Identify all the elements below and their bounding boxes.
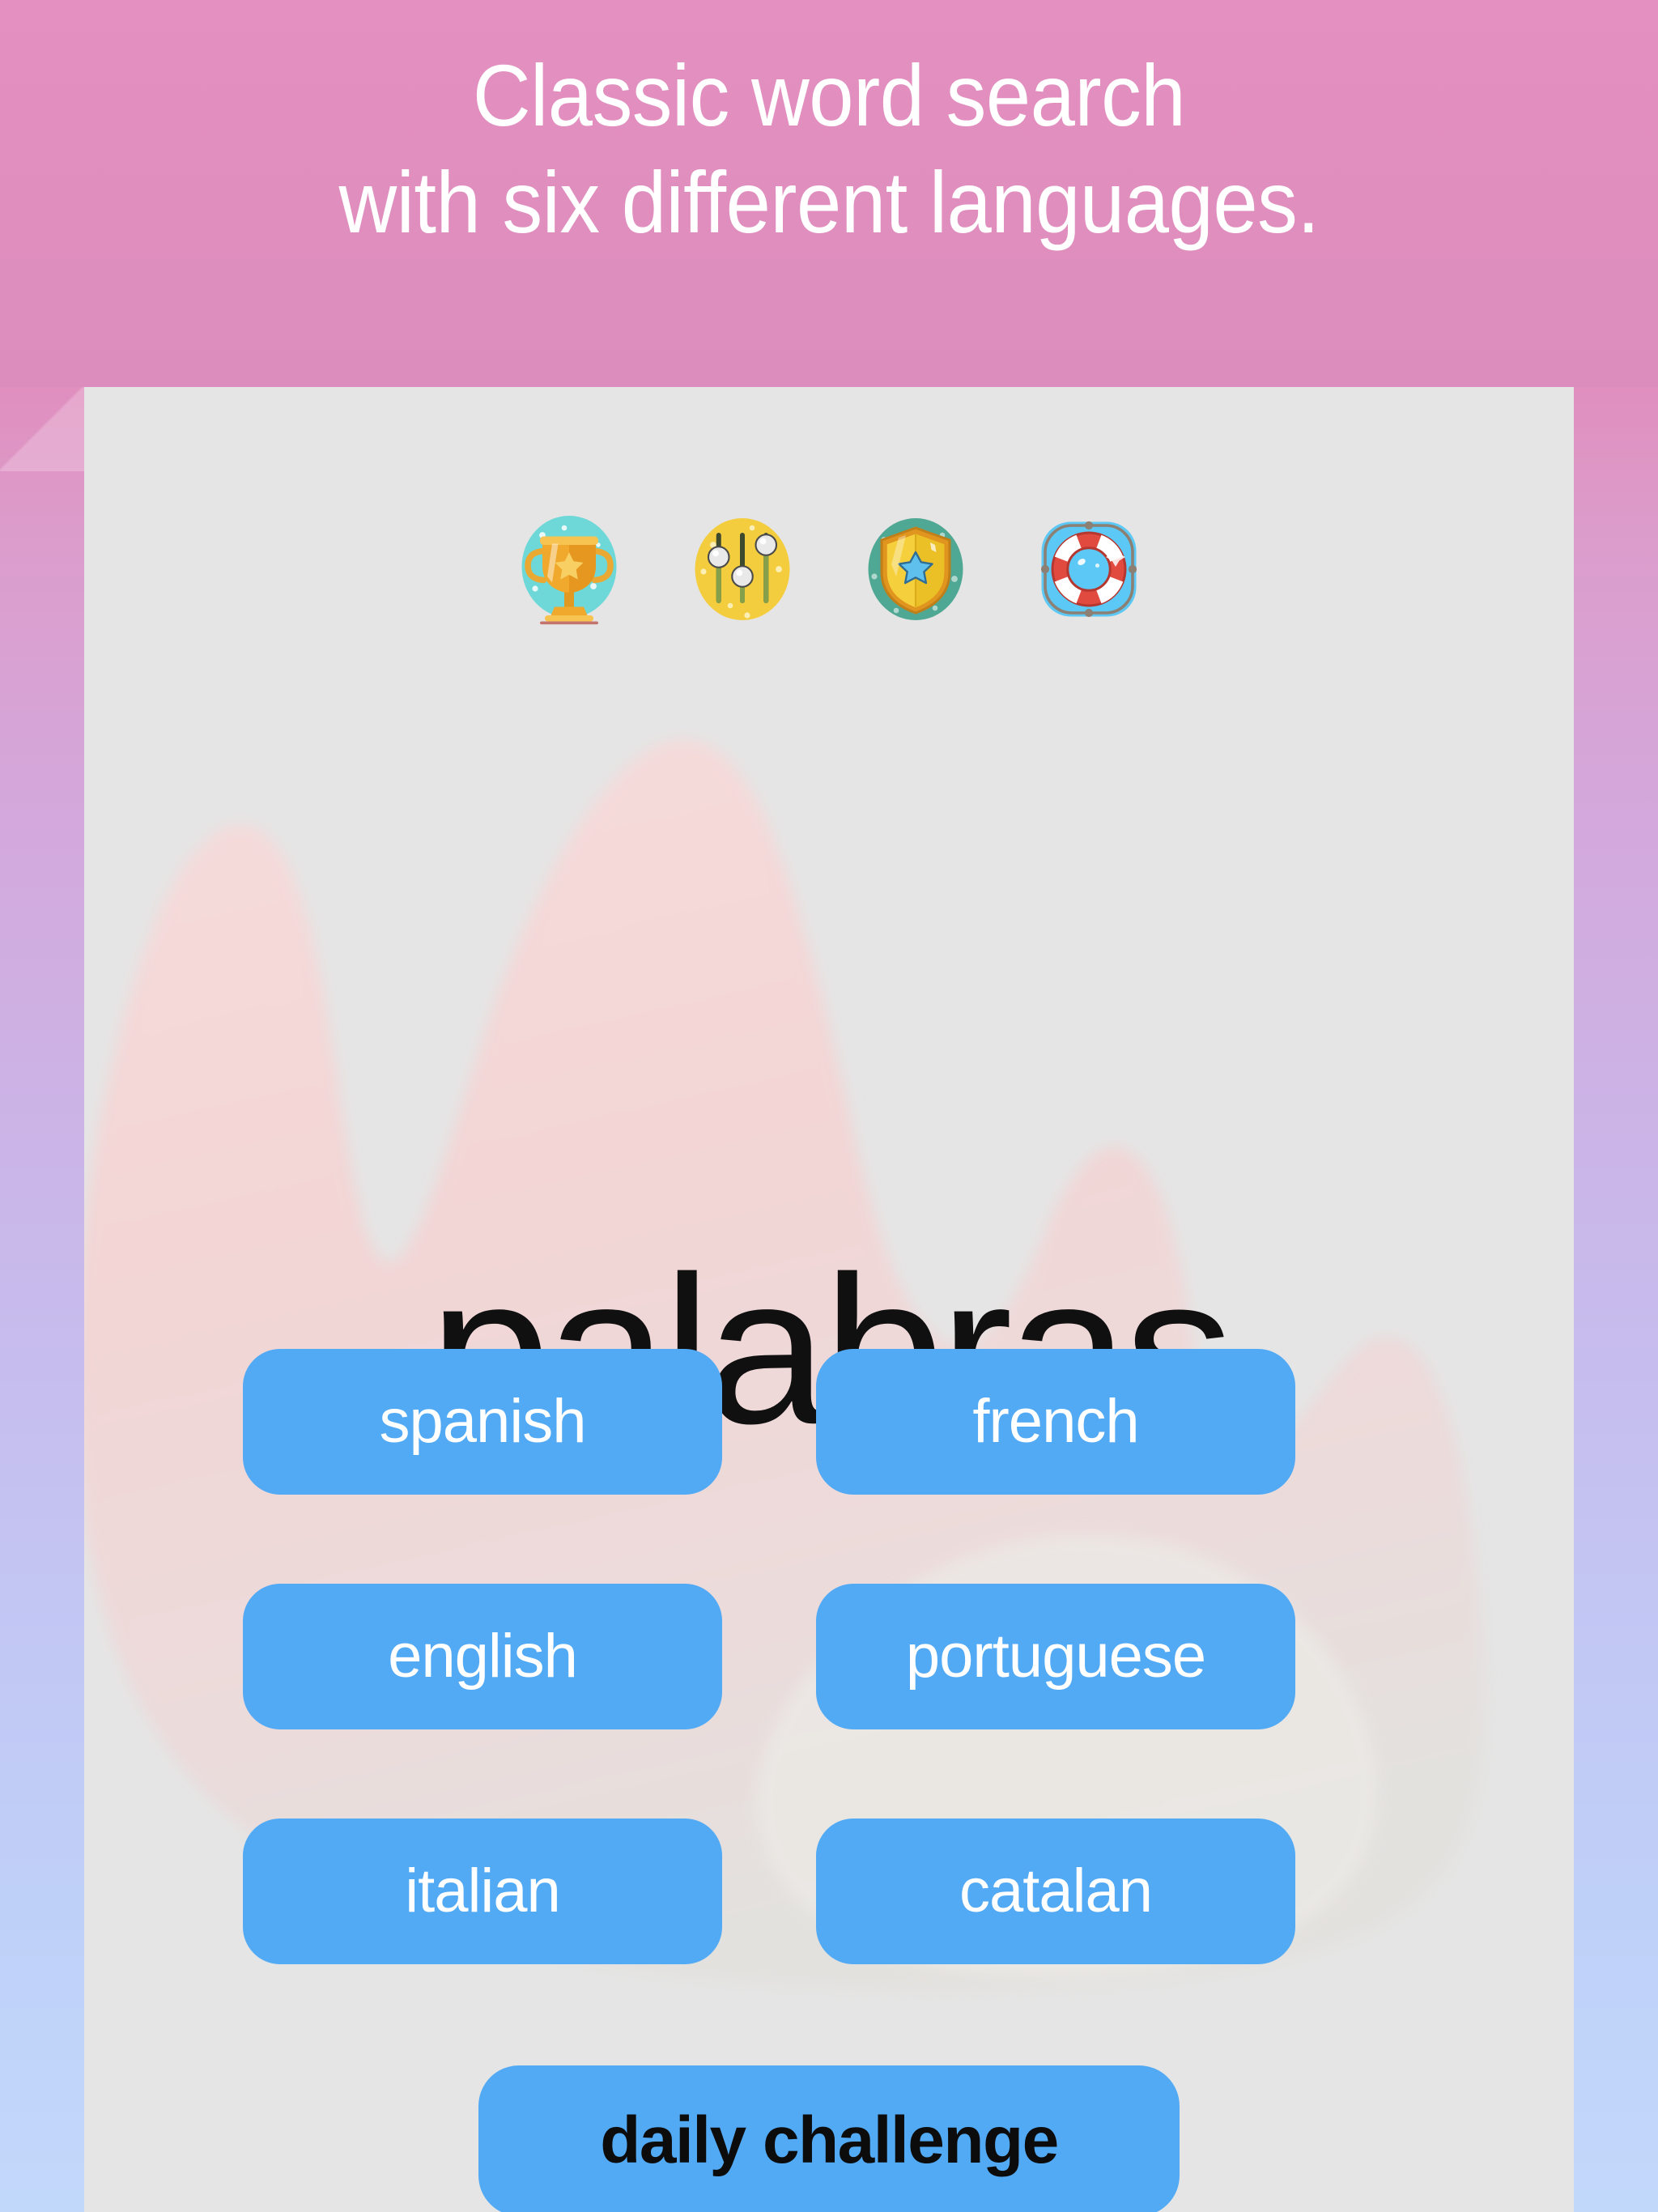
shield-icon bbox=[868, 518, 963, 620]
badges-button[interactable] bbox=[855, 508, 976, 630]
language-button-spanish[interactable]: spanish bbox=[243, 1349, 722, 1495]
language-selection-grid: spanish french english portuguese italia… bbox=[243, 1349, 1415, 1964]
language-button-catalan[interactable]: catalan bbox=[816, 1819, 1295, 1964]
language-button-italian[interactable]: italian bbox=[243, 1819, 722, 1964]
store-listing-screenshot: Classic word search with six different l… bbox=[0, 0, 1658, 2212]
sliders-icon bbox=[695, 518, 790, 620]
promo-header-band: Classic word search with six different l… bbox=[0, 0, 1658, 387]
app-toolbar bbox=[84, 508, 1574, 630]
corner-fold-decoration bbox=[0, 387, 84, 471]
settings-button[interactable] bbox=[682, 508, 803, 630]
language-button-portuguese[interactable]: portuguese bbox=[816, 1584, 1295, 1729]
promo-headline-line-2: with six different languages. bbox=[338, 153, 1320, 251]
promo-headline: Classic word search with six different l… bbox=[66, 42, 1592, 256]
lifesaver-icon bbox=[1040, 521, 1137, 618]
language-button-english[interactable]: english bbox=[243, 1584, 722, 1729]
daily-challenge-button[interactable]: daily challenge bbox=[478, 2065, 1180, 2212]
promo-headline-line-1: Classic word search bbox=[472, 46, 1186, 144]
language-button-french[interactable]: french bbox=[816, 1349, 1295, 1495]
achievements-button[interactable] bbox=[508, 508, 630, 630]
help-button[interactable] bbox=[1028, 508, 1150, 630]
app-screen-panel: palabras spanish french english portugue… bbox=[84, 387, 1574, 2212]
trophy-icon bbox=[521, 516, 617, 625]
